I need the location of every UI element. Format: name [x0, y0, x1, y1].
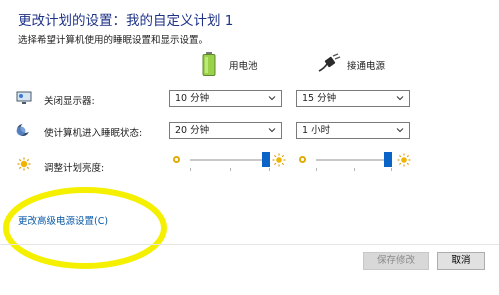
sleep-battery-select[interactable]: 20 分钟	[169, 122, 282, 139]
monitor-icon	[16, 91, 32, 105]
footer-divider	[0, 244, 499, 245]
advanced-power-settings-link[interactable]: 更改高级电源设置(C)	[18, 213, 108, 227]
chevron-down-icon	[268, 123, 276, 138]
brightness-plugged-slider[interactable]	[316, 152, 392, 172]
slider-thumb[interactable]	[262, 152, 270, 167]
page-title: 更改计划的设置：我的自定义计划 1	[18, 13, 234, 29]
chevron-down-icon	[396, 123, 404, 138]
sleep-battery-value: 20 分钟	[175, 125, 210, 136]
moon-icon	[16, 123, 32, 137]
row-label-display: 关闭显示器:	[44, 96, 95, 107]
slider-track	[190, 159, 270, 161]
slider-tick	[316, 168, 317, 171]
slider-tick	[391, 168, 392, 171]
display-battery-select[interactable]: 10 分钟	[169, 90, 282, 107]
row-label-brightness: 调整计划亮度:	[44, 163, 105, 174]
slider-tick	[230, 168, 231, 171]
save-changes-button[interactable]: 保存修改	[363, 252, 429, 270]
chevron-down-icon	[268, 91, 276, 106]
brightness-battery-slider[interactable]	[190, 152, 270, 172]
battery-column-label: 用电池	[229, 61, 258, 72]
chevron-down-icon	[396, 91, 404, 106]
display-plugged-value: 15 分钟	[302, 93, 337, 104]
slider-tick	[190, 168, 191, 171]
brightness-low-icon	[298, 155, 307, 164]
sleep-plugged-select[interactable]: 1 小时	[296, 122, 410, 139]
slider-tick	[354, 168, 355, 171]
row-label-sleep: 使计算机进入睡眠状态:	[44, 128, 143, 139]
highlight-circle-annotation	[2, 185, 168, 271]
slider-thumb[interactable]	[384, 152, 392, 167]
page-subtitle: 选择希望计算机使用的睡眠设置和显示设置。	[18, 35, 209, 46]
cancel-button[interactable]: 取消	[437, 252, 485, 270]
slider-track	[316, 159, 392, 161]
brightness-icon	[16, 157, 32, 171]
display-battery-value: 10 分钟	[175, 93, 210, 104]
power-plug-icon	[317, 53, 341, 73]
slider-tick	[269, 168, 270, 171]
brightness-high-icon	[272, 153, 286, 167]
brightness-low-icon	[172, 155, 181, 164]
brightness-high-icon	[397, 153, 411, 167]
plugged-column-label: 接通电源	[347, 61, 386, 72]
battery-icon	[202, 52, 216, 76]
sleep-plugged-value: 1 小时	[302, 125, 331, 136]
display-plugged-select[interactable]: 15 分钟	[296, 90, 410, 107]
